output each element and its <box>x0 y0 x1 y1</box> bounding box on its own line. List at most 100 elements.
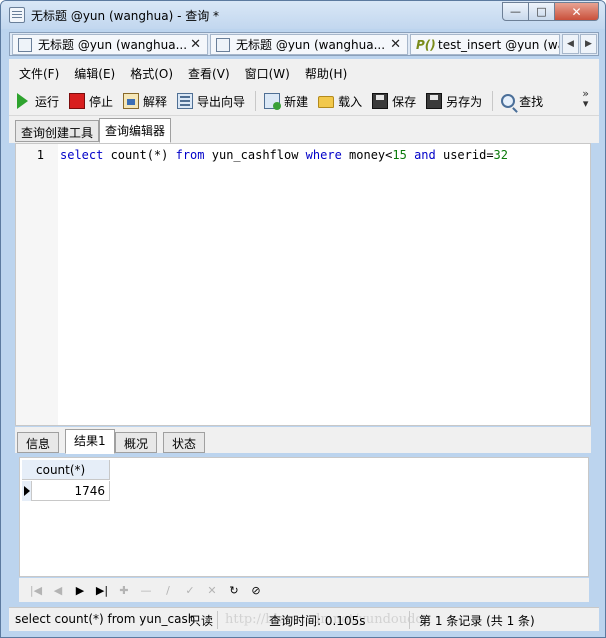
status-divider <box>409 611 410 629</box>
explain-label: 解释 <box>143 94 168 109</box>
app-icon <box>9 7 25 23</box>
table-cell[interactable]: 1746 <box>32 481 110 501</box>
query-icon <box>216 37 230 52</box>
save-label: 保存 <box>392 94 417 109</box>
sql-keyword: from <box>175 148 205 162</box>
edit-record-icon[interactable]: / <box>157 580 179 600</box>
current-row-icon <box>24 486 30 496</box>
sql-number: 15 <box>392 148 407 162</box>
menu-view[interactable]: 查看(V) <box>178 65 235 82</box>
first-record-icon[interactable]: |◀ <box>25 580 47 600</box>
refresh-icon[interactable]: ↻ <box>223 580 245 600</box>
line-number: 1 <box>36 148 44 162</box>
sql-text: count(*) <box>103 148 176 162</box>
menu-bar: 文件(F) 编辑(E) 格式(O) 查看(V) 窗口(W) 帮助(H) <box>9 59 599 87</box>
run-label: 运行 <box>35 94 60 109</box>
sql-code-line[interactable]: select count(*) from yun_cashflow where … <box>60 148 508 162</box>
stop-icon <box>69 93 86 109</box>
export-wizard-label: 导出向导 <box>197 94 246 109</box>
save-icon <box>372 93 389 109</box>
result-tabs: 信息 结果1 概况 状态 <box>15 427 591 454</box>
status-divider <box>217 611 218 629</box>
stop-refresh-icon[interactable]: ⊘ <box>245 580 267 600</box>
app-window: 无标题 @yun (wanghua) - 查询 * — □ ✕ 无标题 @yun… <box>0 0 606 638</box>
maximize-button[interactable]: □ <box>529 2 555 21</box>
sql-keyword: select <box>60 148 104 162</box>
tab-info[interactable]: 信息 <box>17 432 60 453</box>
sql-keyword: and <box>414 148 436 162</box>
doc-tab-1[interactable]: 无标题 @yun (wanghua... ✕ <box>12 34 208 55</box>
folder-icon <box>318 96 335 108</box>
new-button[interactable]: 新建 <box>260 90 312 112</box>
sql-text: userid= <box>435 148 494 162</box>
load-label: 载入 <box>338 94 363 109</box>
status-query-time: 查询时间: 0.105s <box>269 614 366 628</box>
doc-tab-2[interactable]: 无标题 @yun (wanghua... ✕ <box>210 34 408 55</box>
sql-text: yun_cashflow <box>204 148 306 162</box>
doc-tab-3[interactable]: P() test_insert @yun (wan <box>410 34 560 55</box>
menu-file[interactable]: 文件(F) <box>9 65 64 82</box>
save-button[interactable]: 保存 <box>368 90 420 112</box>
status-readonly: 只读 <box>189 614 214 628</box>
tab-scroll-left-icon[interactable]: ◀ <box>562 34 579 54</box>
menu-window[interactable]: 窗口(W) <box>235 65 295 82</box>
sql-text: money< <box>341 148 393 162</box>
doc-tab-label: 无标题 @yun (wanghua... <box>236 38 386 52</box>
record-navigator: |◀ ◀ ▶ ▶| ✚ — / ✓ ✕ ↻ ⊘ <box>19 578 589 602</box>
query-icon <box>18 37 32 52</box>
find-label: 查找 <box>519 94 544 109</box>
toolbar: 运行 停止 解释 导出向导 新建 载入 保存 另存为 查找 » ▾ <box>9 87 599 116</box>
tab-query-editor[interactable]: 查询编辑器 <box>99 118 172 143</box>
minimize-button[interactable]: — <box>502 2 529 21</box>
explain-icon <box>123 93 140 109</box>
stop-button[interactable]: 停止 <box>65 90 117 112</box>
window-title: 无标题 @yun (wanghua) - 查询 * <box>31 9 220 23</box>
status-record-info: 第 1 条记录 (共 1 条) <box>419 614 535 628</box>
editor-mode-tabs: 查询创建工具 查询编辑器 <box>9 116 599 143</box>
document-tabs: 无标题 @yun (wanghua... ✕ 无标题 @yun (wanghua… <box>9 32 599 56</box>
close-button[interactable]: ✕ <box>555 2 599 21</box>
explain-button[interactable]: 解释 <box>119 90 171 112</box>
tab-result1[interactable]: 结果1 <box>65 429 115 454</box>
toolbar-divider <box>255 91 257 111</box>
find-button[interactable]: 查找 <box>497 90 547 112</box>
menu-format[interactable]: 格式(O) <box>120 65 178 82</box>
play-icon <box>17 93 28 109</box>
menu-edit[interactable]: 编辑(E) <box>64 65 120 82</box>
line-gutter: 1 <box>16 144 58 425</box>
tab-scroll-right-icon[interactable]: ▶ <box>580 34 597 54</box>
new-query-icon <box>264 93 282 110</box>
column-header[interactable]: count(*) <box>22 460 110 480</box>
tab-status[interactable]: 状态 <box>163 432 206 453</box>
title-bar: 无标题 @yun (wanghua) - 查询 * — □ ✕ <box>1 1 605 29</box>
status-sql: select count(*) from yun_cash <box>15 612 196 626</box>
menu-help[interactable]: 帮助(H) <box>295 65 352 82</box>
prev-record-icon[interactable]: ◀ <box>47 580 69 600</box>
close-icon[interactable]: ✕ <box>190 37 201 52</box>
doc-tab-label: 无标题 @yun (wanghua... <box>38 38 188 52</box>
close-icon[interactable]: ✕ <box>390 37 401 52</box>
add-record-icon[interactable]: ✚ <box>113 580 135 600</box>
tab-query-builder[interactable]: 查询创建工具 <box>15 120 100 142</box>
doc-tab-label: test_insert @yun (wan <box>438 37 559 52</box>
save-as-label: 另存为 <box>446 94 483 109</box>
next-record-icon[interactable]: ▶ <box>69 580 91 600</box>
toolbar-overflow-icon[interactable]: » ▾ <box>582 88 589 109</box>
cancel-changes-icon[interactable]: ✕ <box>201 580 223 600</box>
new-label: 新建 <box>284 94 309 109</box>
save-as-button[interactable]: 另存为 <box>422 90 486 112</box>
load-button[interactable]: 载入 <box>314 90 366 112</box>
save-as-icon <box>426 93 443 109</box>
last-record-icon[interactable]: ▶| <box>91 580 113 600</box>
delete-record-icon[interactable]: — <box>135 580 157 600</box>
sql-editor[interactable]: 1 select count(*) from yun_cashflow wher… <box>15 143 591 426</box>
tab-profile[interactable]: 概况 <box>115 432 158 453</box>
apply-changes-icon[interactable]: ✓ <box>179 580 201 600</box>
sql-number: 32 <box>493 148 508 162</box>
run-button[interactable]: 运行 <box>13 90 63 112</box>
procedure-icon: P() <box>416 37 436 52</box>
export-icon <box>177 93 194 109</box>
sql-keyword: where <box>305 148 342 162</box>
export-wizard-button[interactable]: 导出向导 <box>173 90 249 112</box>
